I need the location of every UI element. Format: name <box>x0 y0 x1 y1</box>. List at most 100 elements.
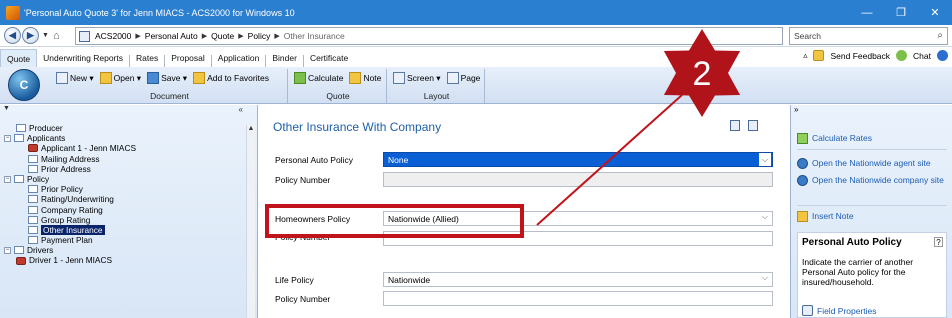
chat-button[interactable]: Chat <box>913 51 931 61</box>
help-icon[interactable] <box>937 50 948 61</box>
tree-item[interactable]: Payment Plan <box>2 235 242 245</box>
tab-rates[interactable]: Rates <box>130 49 164 67</box>
tree-item[interactable]: − Policy <box>2 174 242 184</box>
back-button[interactable]: ◀ <box>4 27 21 44</box>
save-button[interactable]: Save ▾ <box>147 72 187 84</box>
send-feedback-button[interactable]: Send Feedback <box>830 51 890 61</box>
minimize-button[interactable]: — <box>850 0 884 25</box>
save-icon <box>147 72 160 84</box>
ribbon-group-label: Quote <box>326 91 350 101</box>
collapse-ribbon-icon[interactable]: ▵ <box>803 50 807 61</box>
screen-button[interactable]: Screen ▾ <box>393 72 441 84</box>
homeowners-policy-value: Nationwide (Allied) <box>388 213 459 224</box>
feedback-icon <box>813 50 825 61</box>
personal-auto-policy-label: Personal Auto Policy <box>275 155 353 165</box>
tree-item[interactable]: Prior Policy <box>2 184 242 194</box>
breadcrumb-quote[interactable]: Quote <box>211 31 234 41</box>
tree-item[interactable]: Prior Address <box>2 164 242 174</box>
application-logo-button[interactable]: C <box>8 69 40 101</box>
form-scrollbar[interactable] <box>778 147 786 318</box>
collapse-left-pane-icon[interactable]: « <box>239 105 243 114</box>
chevron-right-icon: ▶ <box>135 33 141 40</box>
navigation-tree-pane: ▼ « Producer − Applicants Applicant 1 - Jen… <box>0 105 258 318</box>
life-policy-number-field[interactable] <box>383 291 773 306</box>
search-icon[interactable]: ⌕ <box>937 30 943 41</box>
tree-item[interactable]: Other Insurance <box>2 224 242 236</box>
tab-underwriting-reports[interactable]: Underwriting Reports <box>37 49 129 67</box>
document-icon <box>16 124 26 133</box>
forward-button[interactable]: ▶ <box>22 27 39 44</box>
ribbon: C New ▾ Open ▾ Save ▾ Add to Favorites D… <box>0 67 952 104</box>
tree-item[interactable]: Mailing Address <box>2 154 242 164</box>
chevron-down-icon[interactable]: ⌵ <box>762 212 768 222</box>
breadcrumb-acs2000[interactable]: ACS2000 <box>95 31 131 41</box>
tree-item[interactable]: Company Rating <box>2 205 242 215</box>
ribbon-tabs: Quote Underwriting Reports Rates Proposa… <box>0 47 952 67</box>
chevron-right-icon: ▶ <box>274 33 280 40</box>
add-to-favorites-button[interactable]: Add to Favorites <box>193 72 269 84</box>
collapse-toggle-icon[interactable]: − <box>4 134 11 142</box>
document-icon <box>14 246 24 255</box>
home-icon[interactable]: ⌂ <box>53 30 60 42</box>
help-question-icon[interactable]: ? <box>934 237 943 247</box>
document-icon <box>14 134 24 143</box>
close-button[interactable]: ✕ <box>918 0 952 25</box>
homeowners-policy-select[interactable]: Nationwide (Allied) ⌵ <box>383 211 773 226</box>
search-input[interactable]: Search ⌕ <box>789 27 948 45</box>
breadcrumb[interactable]: ACS2000 ▶ Personal Auto ▶ Quote ▶ Policy… <box>75 27 783 45</box>
calculate-rates-link[interactable]: Calculate Rates <box>797 133 872 144</box>
maximize-button[interactable]: ❐ <box>884 0 918 25</box>
ribbon-right-actions: ▵ Send Feedback Chat <box>803 50 948 61</box>
chevron-down-icon[interactable]: ⌵ <box>759 153 771 166</box>
scroll-up-icon[interactable]: ▲ <box>247 125 255 132</box>
tree-scrollbar[interactable]: ▲ <box>246 125 255 318</box>
globe-icon <box>797 175 808 186</box>
collapse-right-pane-icon[interactable]: » <box>794 105 798 114</box>
tab-application[interactable]: Application <box>212 49 266 67</box>
tree-item[interactable]: − Applicants <box>2 133 242 143</box>
pane-dropdown-icon[interactable]: ▼ <box>3 105 10 112</box>
note-icon <box>797 211 808 222</box>
personal-auto-policy-number-field[interactable] <box>383 172 773 187</box>
nationwide-agent-site-link[interactable]: Open the Nationwide agent site <box>797 158 947 169</box>
ribbon-group-label: Layout <box>423 91 450 101</box>
note-button[interactable]: Note <box>349 72 381 84</box>
document-icon <box>28 236 38 245</box>
window-title: 'Personal Auto Quote 3' for Jenn MIACS -… <box>24 7 295 18</box>
tree-item-label: Drivers <box>27 245 54 256</box>
task-pane: » Calculate Rates Open the Nationwide ag… <box>790 105 952 318</box>
open-button[interactable]: Open ▾ <box>99 72 141 84</box>
breadcrumb-policy[interactable]: Policy <box>248 31 271 41</box>
web-link-icon[interactable] <box>730 120 740 131</box>
tree-item[interactable]: Driver 1 - Jenn MIACS <box>2 255 242 265</box>
new-button[interactable]: New ▾ <box>56 72 94 84</box>
insert-note-link[interactable]: Insert Note <box>797 211 854 222</box>
navigation-bar: ◀ ▶ ▼ ⌂ ACS2000 ▶ Personal Auto ▶ Quote … <box>0 25 952 47</box>
tree-item[interactable]: Group Rating <box>2 215 242 225</box>
tab-certificate[interactable]: Certificate <box>304 49 354 67</box>
person-icon <box>16 256 26 265</box>
breadcrumb-personal-auto[interactable]: Personal Auto <box>145 31 198 41</box>
tree-item[interactable]: Rating/Underwriting <box>2 194 242 204</box>
tab-binder[interactable]: Binder <box>266 49 303 67</box>
personal-auto-policy-select[interactable]: None ⌵ <box>383 152 773 167</box>
tree-item-label: Driver 1 - Jenn MIACS <box>29 255 112 266</box>
chevron-down-icon[interactable]: ⌵ <box>762 273 768 283</box>
tree-item[interactable]: Producer <box>2 123 242 133</box>
history-dropdown-icon[interactable]: ▼ <box>42 32 49 39</box>
document-icon[interactable] <box>748 120 758 131</box>
tree-item[interactable]: Applicant 1 - Jenn MIACS <box>2 143 242 153</box>
form-area: Other Insurance With Company Personal Au… <box>259 105 779 318</box>
tree-item-label: Applicants <box>27 133 66 144</box>
collapse-toggle-icon[interactable]: − <box>4 175 11 183</box>
field-properties-link[interactable]: Field Properties <box>802 305 942 316</box>
tab-quote[interactable]: Quote <box>0 49 38 67</box>
page-button[interactable]: Page <box>446 72 480 84</box>
collapse-toggle-icon[interactable]: − <box>4 246 11 254</box>
homeowners-policy-number-field[interactable] <box>383 231 773 246</box>
life-policy-select[interactable]: Nationwide ⌵ <box>383 272 773 287</box>
tab-proposal[interactable]: Proposal <box>165 49 211 67</box>
tree-item[interactable]: − Drivers <box>2 245 242 255</box>
calculate-button[interactable]: Calculate <box>294 72 343 84</box>
nationwide-company-site-link[interactable]: Open the Nationwide company site <box>797 175 947 186</box>
